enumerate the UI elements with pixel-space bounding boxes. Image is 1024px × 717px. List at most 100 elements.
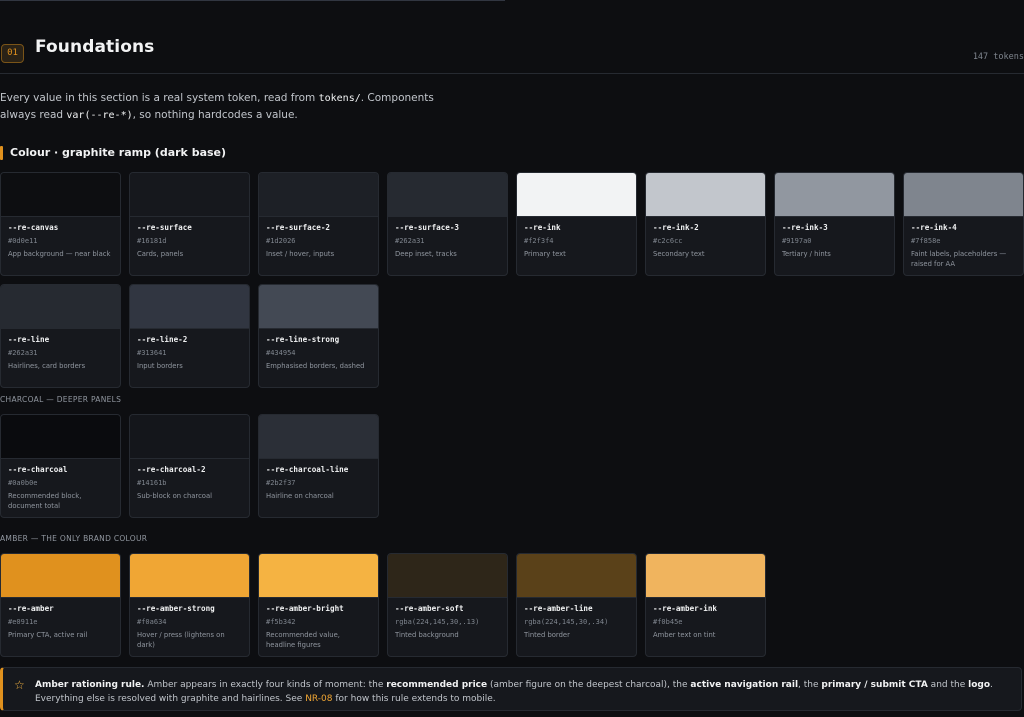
token-meta: --re-amber-strong #f0a634 Hover / press (l…	[130, 598, 249, 650]
token-value: #2b2f37	[266, 479, 296, 487]
top-divider	[0, 0, 505, 1]
color-swatch	[130, 173, 249, 217]
token-value: #262a31	[8, 349, 38, 357]
token-name: --re-amber-ink	[653, 604, 718, 613]
color-swatch	[259, 554, 378, 598]
token-value: #0a0b0e	[8, 479, 38, 487]
color-swatch	[130, 285, 249, 329]
token-meta: --re-ink #f2f3f4 Primary text	[517, 217, 636, 259]
color-swatch	[259, 285, 378, 329]
var-code: var(--re-*)	[66, 110, 133, 121]
token-meta: --re-line #262a31 Hairlines, card borders	[1, 329, 120, 371]
token-description: App background — near black	[8, 250, 111, 258]
color-swatch	[259, 173, 378, 217]
token-value: #434954	[266, 349, 296, 357]
color-swatch	[775, 173, 894, 217]
color-swatch	[904, 173, 1023, 217]
color-swatch	[1, 554, 120, 598]
color-swatch	[130, 415, 249, 459]
token-description: Hairline on charcoal	[266, 492, 334, 500]
token-meta: --re-amber #e0911e Primary CTA, active rai…	[1, 598, 120, 640]
tokens-path-code: tokens/	[318, 93, 361, 104]
token-value: #1d2026	[266, 237, 296, 245]
token-description: Tinted border	[524, 631, 570, 639]
color-swatch	[388, 554, 507, 598]
token-meta: --re-surface-2 #1d2026 Inset / hover, inpu…	[259, 217, 378, 259]
token-meta: --re-line-strong #434954 Emphasised border…	[259, 329, 378, 371]
nr-08-link[interactable]: NR-08	[305, 694, 332, 704]
token-value: #313641	[137, 349, 167, 357]
token-meta: --re-amber-line rgba(224,145,30,.34) Tinte…	[517, 598, 636, 640]
token-name: --re-ink	[524, 223, 561, 232]
color-swatch	[259, 415, 378, 459]
charcoal-group-label: CHARCOAL — DEEPER PANELS	[0, 395, 122, 404]
token-value: rgba(224,145,30,.13)	[395, 618, 480, 626]
token-name: --re-amber-strong	[137, 604, 215, 613]
token-description: Tinted background	[395, 631, 459, 639]
color-swatch	[130, 554, 249, 598]
token-card: --re-amber #e0911e Primary CTA, active rai…	[0, 553, 121, 657]
token-description: Hairlines, card borders	[8, 362, 86, 370]
token-card: --re-ink-2 #c2c6cc Secondary text	[645, 172, 766, 276]
token-meta: --re-charcoal-line #2b2f37 Hairline on cha…	[259, 459, 378, 501]
token-description: Secondary text	[653, 250, 705, 258]
token-name: --re-ink-4	[911, 223, 957, 232]
token-name: --re-amber	[8, 604, 54, 613]
token-card: --re-canvas #0d0e11 App background — near …	[0, 172, 121, 276]
color-swatch	[388, 173, 507, 217]
token-card: --re-charcoal-2 #14161b Sub-block on charc…	[129, 414, 250, 518]
token-value: #16181d	[137, 237, 167, 245]
token-description: Recommended block, document total	[8, 492, 82, 510]
token-card: --re-line-2 #313641 Input borders	[129, 284, 250, 388]
token-name: --re-charcoal-line	[266, 465, 349, 474]
token-meta: --re-charcoal #0a0b0e Recommended block, d…	[1, 459, 120, 511]
token-name: --re-amber-soft	[395, 604, 464, 613]
token-description: Emphasised borders, dashed	[266, 362, 365, 370]
token-card: --re-charcoal-line #2b2f37 Hairline on cha…	[258, 414, 379, 518]
token-card: --re-ink-4 #7f858e Faint labels, placehold…	[903, 172, 1024, 276]
color-swatch	[1, 173, 120, 217]
token-meta: --re-ink-2 #c2c6cc Secondary text	[646, 217, 765, 259]
token-card: --re-amber-ink #f0b45e Amber text on tint	[645, 553, 766, 657]
token-name: --re-surface-2	[266, 223, 331, 232]
token-value: #e0911e	[8, 618, 38, 626]
token-meta: --re-surface #16181d Cards, panels	[130, 217, 249, 259]
token-card: --re-amber-line rgba(224,145,30,.34) Tinte…	[516, 553, 637, 657]
callout-text: Amber rationing rule. Amber appears in e…	[35, 680, 993, 704]
star-icon: ☆	[14, 678, 25, 692]
token-description: Sub-block on charcoal	[137, 492, 213, 500]
token-name: --re-ink-3	[782, 223, 828, 232]
token-value: #f2f3f4	[524, 237, 554, 245]
token-meta: --re-canvas #0d0e11 App background — near …	[1, 217, 120, 259]
token-name: --re-line-strong	[266, 335, 340, 344]
token-name: --re-amber-bright	[266, 604, 344, 613]
token-description: Recommended value, headline figures	[266, 631, 340, 649]
page-title: Foundations	[35, 37, 155, 57]
token-value: rgba(224,145,30,.34)	[524, 618, 609, 626]
token-name: --re-line	[8, 335, 50, 344]
token-value: #9197a0	[782, 237, 812, 245]
color-swatch	[1, 415, 120, 459]
token-value: #262a31	[395, 237, 425, 245]
token-description: Faint labels, placeholders — raised for …	[911, 250, 1007, 268]
token-value: #f5b342	[266, 618, 296, 626]
token-value: #f0b45e	[653, 618, 683, 626]
token-value: #0d0e11	[8, 237, 38, 245]
section-number-badge: 01	[1, 44, 24, 63]
token-name: --re-line-2	[137, 335, 188, 344]
token-card: --re-line-strong #434954 Emphasised border…	[258, 284, 379, 388]
token-card: --re-amber-strong #f0a634 Hover / press (l…	[129, 553, 250, 657]
token-value: #f0a634	[137, 618, 167, 626]
amber-group-label: AMBER — THE ONLY BRAND COLOUR	[0, 534, 148, 543]
token-description: Amber text on tint	[653, 631, 716, 639]
color-swatch	[646, 173, 765, 217]
token-name: --re-surface	[137, 223, 192, 232]
token-meta: --re-ink-3 #9197a0 Tertiary / hints	[775, 217, 894, 259]
section-header: 01 Foundations 147 tokens	[0, 37, 1024, 74]
token-description: Cards, panels	[137, 250, 184, 258]
intro-paragraph: Every value in this section is a real sy…	[0, 92, 434, 121]
token-card: --re-amber-soft rgba(224,145,30,.13) Tinte…	[387, 553, 508, 657]
token-card: --re-amber-bright #f5b342 Recommended valu…	[258, 553, 379, 657]
color-swatch	[646, 554, 765, 598]
token-meta: --re-amber-soft rgba(224,145,30,.13) Tinte…	[388, 598, 507, 640]
